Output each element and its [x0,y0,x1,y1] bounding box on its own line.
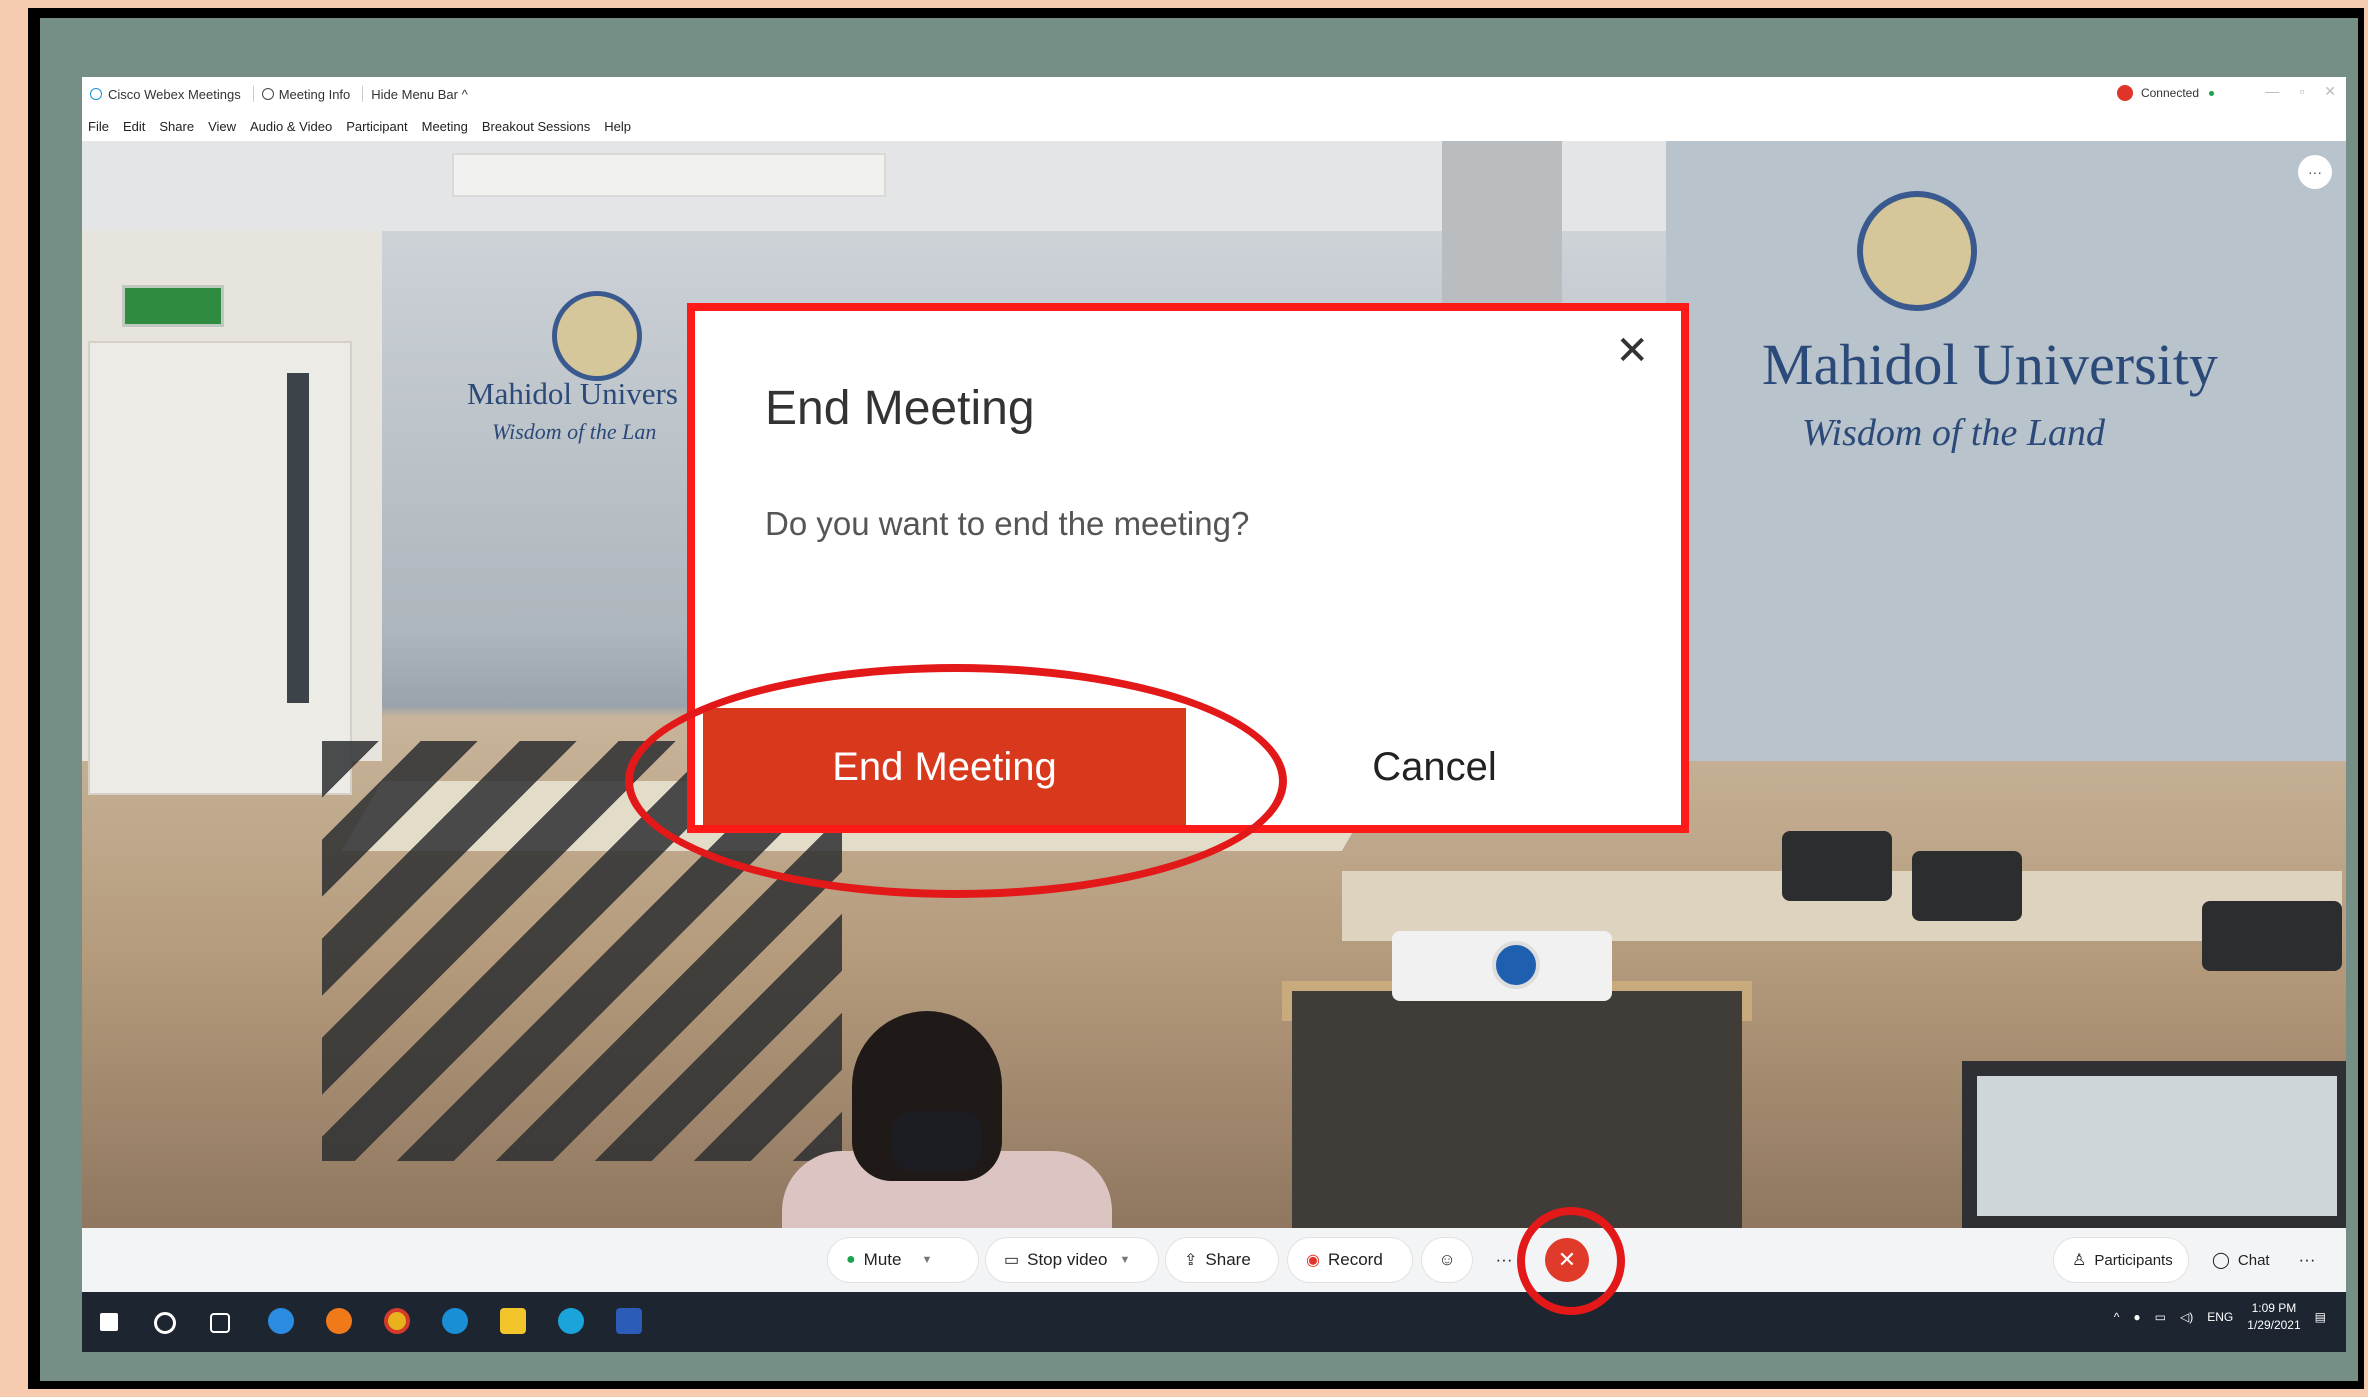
person-icon: ♙ [2072,1252,2087,1269]
time: 1:09 PM [2251,1301,2297,1315]
logo-subtext-right: Wisdom of the Land [1802,412,2105,454]
window-controls: — ▫ ✕ [2265,83,2336,100]
firefox-icon[interactable] [326,1308,352,1334]
minimize-button[interactable]: — [2265,83,2279,100]
chat-button[interactable]: ◯ Chat [2194,1238,2280,1282]
chrome-icon[interactable] [384,1308,410,1334]
app-title: Cisco Webex Meetings [90,87,241,102]
more-icon: ··· [1495,1250,1513,1269]
record-button[interactable]: ◉ Record [1288,1238,1412,1282]
webex-icon [90,88,102,100]
highlight-end-button-circle [1517,1207,1625,1315]
word-icon[interactable] [616,1308,642,1334]
connection-label: Connected [2140,86,2199,100]
menu-edit[interactable]: Edit [123,119,145,134]
university-seal-left [552,291,642,381]
hide-menu-bar-button[interactable]: Hide Menu Bar ^ [371,87,467,102]
volume-icon[interactable]: ◁) [2180,1310,2193,1324]
close-window-button[interactable]: ✕ [2324,83,2336,100]
participants-button[interactable]: ♙ Participants [2054,1238,2188,1282]
windows-taskbar: ^ ● ▭ ◁) ENG 1:09 PM 1/29/2021 ▤ [82,1292,2346,1352]
video-options-button[interactable]: ··· [2298,155,2332,189]
chat-icon: ◯ [2212,1252,2230,1269]
language-indicator[interactable]: ENG [2207,1310,2233,1324]
info-icon [261,88,274,100]
search-icon[interactable] [154,1312,176,1334]
logo-subtext-left: Wisdom of the Lan [492,419,657,444]
person-mask [892,1111,982,1171]
record-icon: ◉ [1306,1252,1320,1269]
logo-text-right: Mahidol University [1762,332,2218,397]
chevron-down-icon[interactable]: ▼ [921,1254,932,1266]
chevron-down-icon[interactable]: ▼ [1119,1254,1130,1266]
stop-video-label: Stop video [1027,1250,1108,1269]
record-label: Record [1327,1250,1383,1269]
smiley-icon: ☺ [1438,1250,1456,1269]
participants-label: Participants [2094,1251,2173,1269]
menu-help[interactable]: Help [604,119,631,134]
microphone-icon: ● [846,1251,856,1268]
status-dot-icon [2209,90,2214,96]
menu-file[interactable]: File [88,119,109,134]
camera-icon: ▭ [1004,1252,1020,1269]
system-tray: ^ ● ▭ ◁) ENG 1:09 PM 1/29/2021 ▤ [2114,1300,2326,1334]
meeting-info-label: Meeting Info [278,86,351,102]
mute-button[interactable]: ● Mute ▼ [828,1238,978,1282]
connection-icon [2116,85,2133,101]
separator [362,86,364,102]
teams-icon[interactable] [442,1308,468,1334]
chair-right [1912,851,2022,921]
menu-participant[interactable]: Participant [346,119,407,134]
separator [252,86,254,102]
menu-audio-video[interactable]: Audio & Video [250,119,332,134]
podium [1292,991,1742,1241]
chevron-up-icon[interactable]: ^ [2114,1310,2120,1324]
share-button[interactable]: ⇪ Share [1166,1238,1278,1282]
menu-share[interactable]: Share [159,119,194,134]
logo-text-left: Mahidol Univers [467,376,678,411]
chat-label: Chat [2237,1251,2270,1269]
maximize-button[interactable]: ▫ [2299,83,2304,100]
hide-menu-label: Hide Menu Bar ^ [371,86,468,102]
app-name: Cisco Webex Meetings [108,86,241,102]
share-icon: ⇪ [1184,1252,1198,1269]
menu-view[interactable]: View [208,119,236,134]
door-window [287,373,309,703]
menu-bar: File Edit Share View Audio & Video Parti… [82,111,2346,141]
chair-right [2202,901,2342,971]
highlight-end-meeting-ellipse [625,664,1287,898]
connection-status[interactable]: Connected [2116,85,2214,101]
projector-lens [1492,941,1540,989]
meeting-control-bar: ● Mute ▼ ▭ Stop video ▼ ⇪ Share ◉ Record… [82,1228,2346,1292]
mute-label: Mute [863,1250,902,1269]
more-icon: ··· [2298,1250,2316,1269]
clock[interactable]: 1:09 PM 1/29/2021 [2247,1300,2300,1334]
panel-more-button[interactable]: ··· [2282,1238,2332,1282]
chair-right [1782,831,1892,901]
ceiling-light [452,153,886,197]
date: 1/29/2021 [2247,1318,2301,1332]
edge-icon[interactable] [268,1308,294,1334]
door [88,341,352,795]
file-explorer-icon[interactable] [500,1308,526,1334]
network-icon[interactable]: ▭ [2155,1310,2166,1324]
title-bar: Cisco Webex Meetings Meeting Info Hide M… [82,77,2346,111]
university-seal-right [1857,191,1977,311]
notifications-icon[interactable]: ▤ [2315,1310,2326,1324]
task-view-icon[interactable] [210,1313,230,1333]
participant-person [782,1011,1112,1271]
menu-meeting[interactable]: Meeting [422,119,468,134]
windows-start-icon[interactable] [100,1313,118,1331]
webex-taskbar-icon[interactable] [558,1308,584,1334]
menu-breakout-sessions[interactable]: Breakout Sessions [482,119,590,134]
monitor-screen [1977,1076,2337,1216]
stop-video-button[interactable]: ▭ Stop video ▼ [986,1238,1158,1282]
microphone-tray-icon[interactable]: ● [2133,1310,2140,1324]
share-label: Share [1205,1250,1251,1269]
reactions-button[interactable]: ☺ [1422,1238,1472,1282]
exit-sign [122,285,224,327]
meeting-info-button[interactable]: Meeting Info [261,86,351,102]
